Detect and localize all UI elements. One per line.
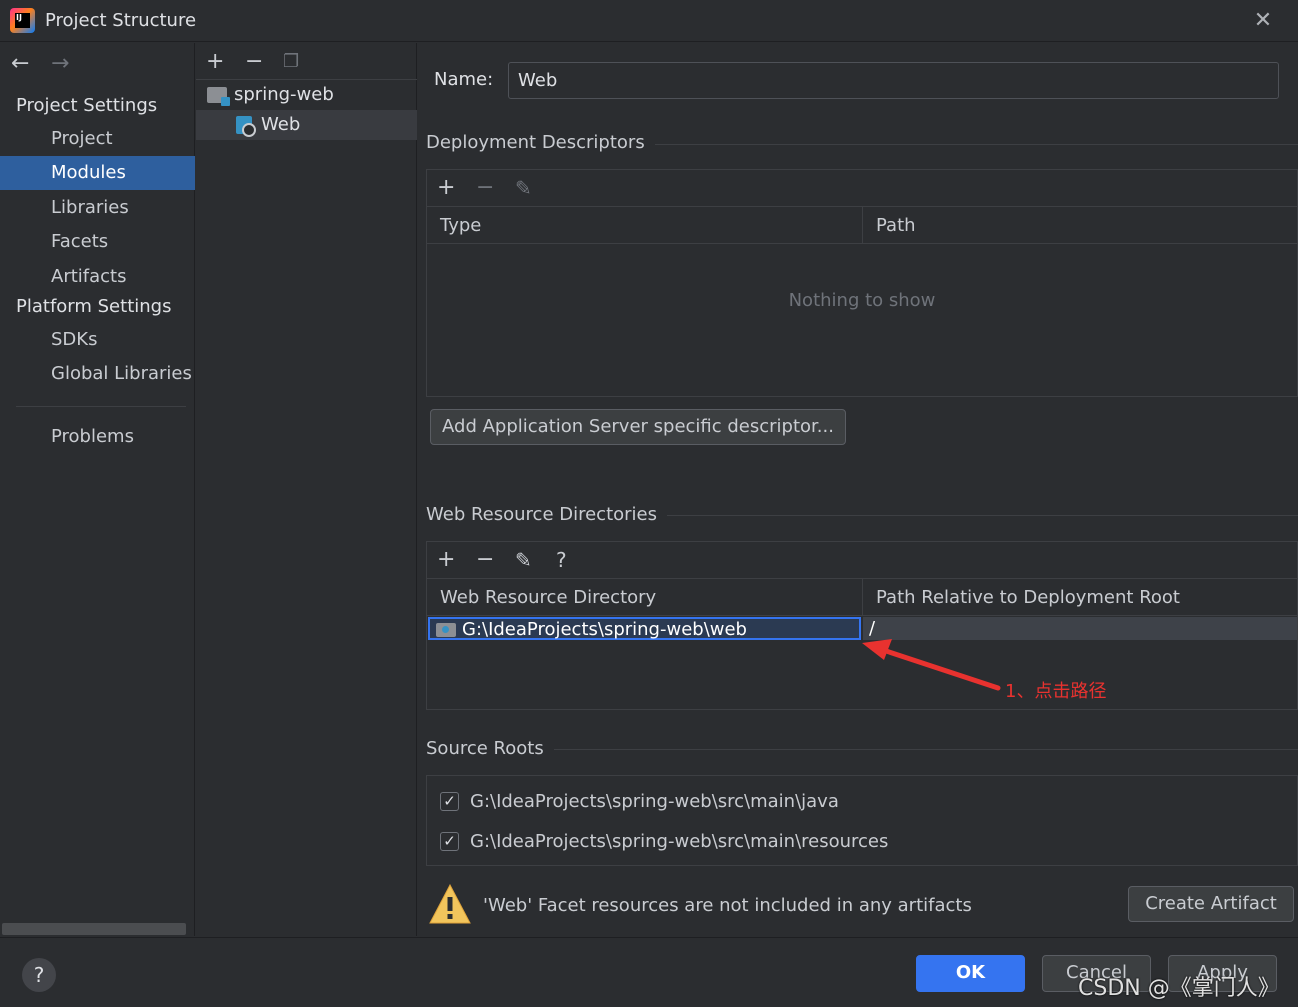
annotation-text: 1、点击路径 xyxy=(1005,681,1107,702)
column-header-relative-path[interactable]: Path Relative to Deployment Root xyxy=(863,579,1297,616)
module-folder-icon xyxy=(207,87,230,106)
warning-icon xyxy=(429,883,471,924)
web-resources-toolbar: + − ✎ ? xyxy=(427,542,1297,579)
project-settings-header: Project Settings xyxy=(16,95,158,116)
web-resource-directory-cell[interactable]: G:\IdeaProjects\spring-web\web xyxy=(428,617,861,640)
sidebar-divider xyxy=(16,406,186,407)
add-icon[interactable]: + xyxy=(437,548,455,572)
add-icon[interactable]: + xyxy=(437,176,455,200)
remove-icon[interactable]: − xyxy=(476,548,494,572)
copy-icon[interactable]: ❐ xyxy=(283,51,299,73)
intellij-logo-icon: IJ xyxy=(10,8,35,33)
deployment-toolbar: + − ✎ xyxy=(427,170,1297,207)
source-roots-list: ✓ G:\IdeaProjects\spring-web\src\main\ja… xyxy=(426,775,1298,866)
column-header-path[interactable]: Path xyxy=(863,207,1297,244)
tree-item-label: spring-web xyxy=(234,84,334,105)
relative-path-value: / xyxy=(869,618,876,639)
source-roots-title: Source Roots xyxy=(426,738,554,759)
window-title: Project Structure xyxy=(45,10,197,31)
web-resource-directories-title: Web Resource Directories xyxy=(426,504,667,525)
name-label: Name: xyxy=(434,69,494,90)
close-icon[interactable]: ✕ xyxy=(1250,8,1276,34)
remove-icon[interactable]: − xyxy=(245,51,263,73)
sidebar-item-problems[interactable]: Problems xyxy=(0,420,195,454)
ok-button[interactable]: OK xyxy=(916,955,1025,992)
tree-item-spring-web[interactable]: spring-web xyxy=(196,80,417,110)
tree-item-label: Web xyxy=(261,114,301,135)
sidebar-item-artifacts[interactable]: Artifacts xyxy=(0,260,195,294)
web-resource-directory-path: G:\IdeaProjects\spring-web\web xyxy=(462,619,747,640)
sidebar-item-project[interactable]: Project xyxy=(0,122,195,156)
deployment-descriptors-title: Deployment Descriptors xyxy=(426,132,655,153)
add-server-descriptor-button[interactable]: Add Application Server specific descript… xyxy=(430,409,846,445)
forward-arrow-icon[interactable]: → xyxy=(51,51,69,76)
source-root-path: G:\IdeaProjects\spring-web\src\main\java xyxy=(470,791,839,812)
web-resource-directories-table: + − ✎ ? Web Resource Directory Path Rela… xyxy=(426,541,1298,710)
column-header-web-resource-directory[interactable]: Web Resource Directory xyxy=(427,579,862,616)
facet-settings-panel: Name: Web Deployment Descriptors + − ✎ T… xyxy=(418,43,1298,936)
title-bar: IJ Project Structure ✕ xyxy=(0,0,1298,42)
remove-icon[interactable]: − xyxy=(476,176,494,200)
web-folder-icon xyxy=(436,623,456,637)
section-divider xyxy=(426,749,1298,750)
web-facet-icon xyxy=(236,116,256,137)
settings-sidebar: ← → Project Settings Project Modules Lib… xyxy=(0,43,195,936)
edit-pencil-icon[interactable]: ✎ xyxy=(515,176,532,200)
help-icon[interactable]: ? xyxy=(556,548,567,572)
help-icon[interactable]: ? xyxy=(22,958,56,992)
sidebar-item-libraries[interactable]: Libraries xyxy=(0,191,195,225)
source-root-checkbox[interactable]: ✓ xyxy=(440,792,459,811)
column-header-type[interactable]: Type xyxy=(427,207,862,244)
platform-settings-header: Platform Settings xyxy=(16,296,172,317)
sidebar-item-sdks[interactable]: SDKs xyxy=(0,323,195,357)
source-root-checkbox[interactable]: ✓ xyxy=(440,832,459,851)
sidebar-item-modules[interactable]: Modules xyxy=(0,156,195,190)
csdn-watermark: CSDN @《掌门人》 xyxy=(1078,976,1280,1001)
modules-tree-panel: + − ❐ spring-web Web xyxy=(196,43,417,936)
add-icon[interactable]: + xyxy=(206,51,224,73)
edit-pencil-icon[interactable]: ✎ xyxy=(515,548,532,572)
warning-text: 'Web' Facet resources are not included i… xyxy=(483,895,972,916)
name-input[interactable]: Web xyxy=(508,62,1279,99)
create-artifact-button[interactable]: Create Artifact xyxy=(1128,886,1294,922)
sidebar-scrollbar[interactable] xyxy=(2,923,186,935)
sidebar-item-global-libraries[interactable]: Global Libraries xyxy=(0,357,195,391)
back-arrow-icon[interactable]: ← xyxy=(11,51,29,76)
sidebar-item-facets[interactable]: Facets xyxy=(0,225,195,259)
relative-path-cell[interactable]: / xyxy=(863,617,1297,640)
empty-table-text: Nothing to show xyxy=(788,290,936,311)
deployment-descriptors-table: + − ✎ Type Path Nothing to show xyxy=(426,169,1298,397)
source-root-path: G:\IdeaProjects\spring-web\src\main\reso… xyxy=(470,831,889,852)
tree-item-web[interactable]: Web xyxy=(196,110,417,140)
